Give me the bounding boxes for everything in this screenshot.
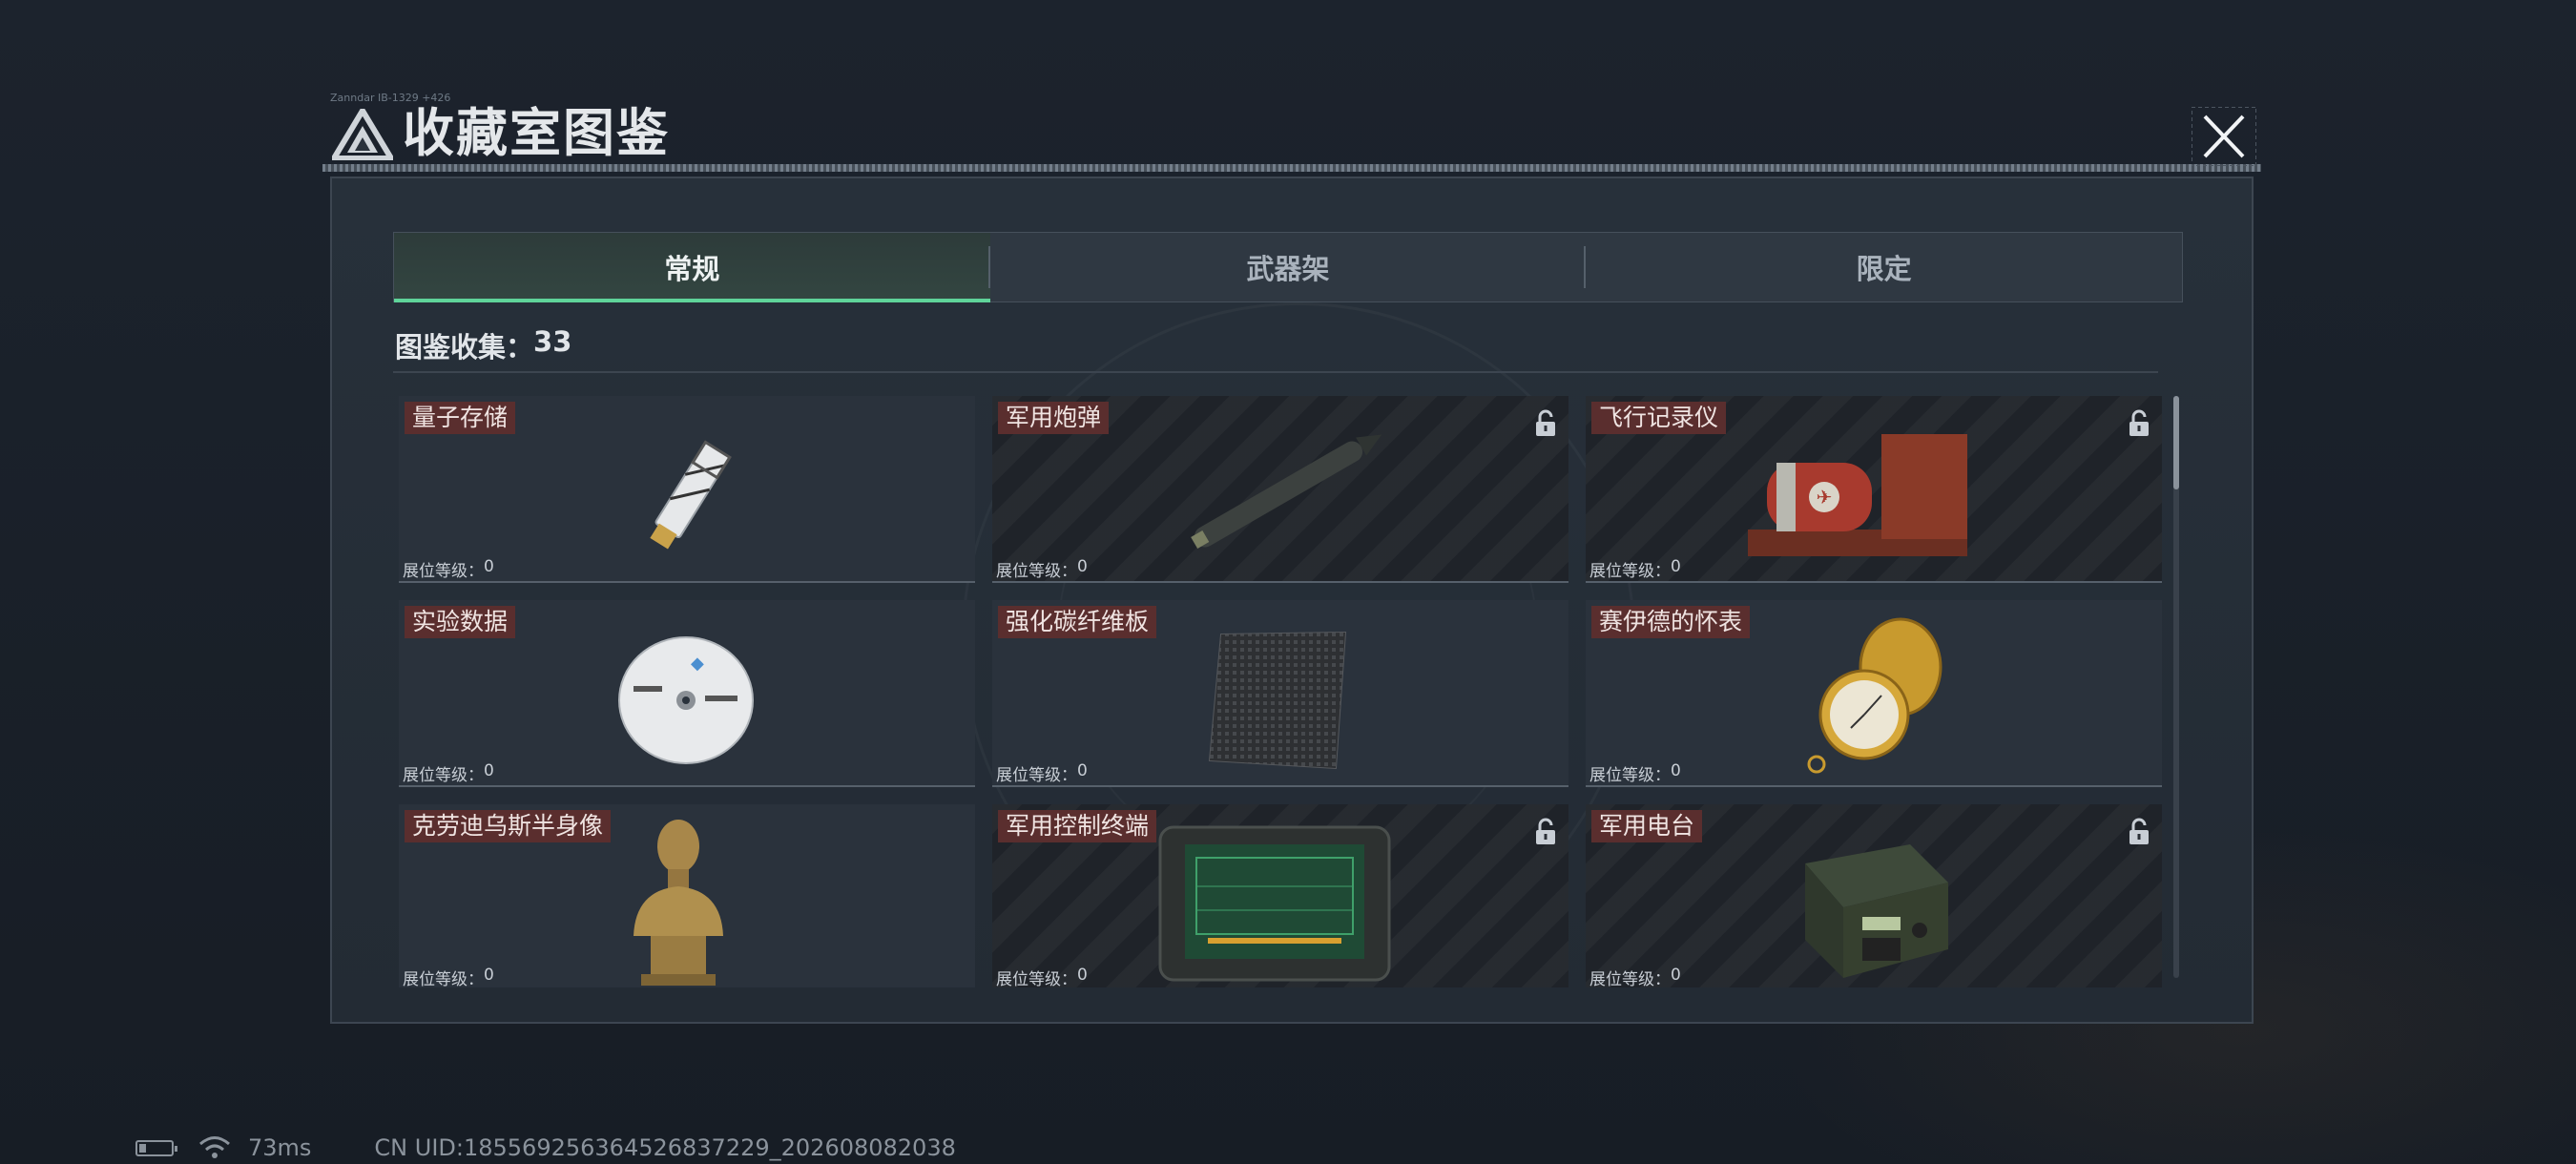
tab-limited-label: 限定 (1856, 253, 1912, 285)
item-card[interactable]: 军用控制终端 展位等级： 0 (992, 804, 1568, 987)
item-card[interactable]: 赛伊德的怀表 展位等级： 0 (1586, 600, 2162, 787)
level-value: 0 (1077, 761, 1088, 780)
tab-limited[interactable]: 限定 (1586, 233, 2182, 301)
tab-weapon-rack[interactable]: 武器架 (990, 233, 1587, 301)
item-level: 展位等级： 0 (996, 557, 1088, 581)
level-label: 展位等级： (403, 970, 484, 987)
item-level: 展位等级： 0 (1589, 557, 1681, 581)
level-label: 展位等级： (403, 562, 484, 581)
item-name: 军用电台 (1591, 810, 1703, 842)
card-baseline (399, 581, 975, 583)
item-name: 克劳迪乌斯半身像 (405, 810, 612, 842)
level-label: 展位等级： (1589, 766, 1671, 785)
title-bar: Zanndar IB-1329 +426 收藏室图鉴 (322, 92, 2261, 172)
pocket-watch-icon (1807, 617, 1942, 774)
item-name: 量子存储 (405, 402, 516, 434)
item-level: 展位等级： 0 (996, 966, 1088, 987)
divider (393, 371, 2158, 373)
artillery-shell-icon (1191, 434, 1382, 550)
tab-weapon-rack-label: 武器架 (1246, 253, 1330, 285)
scrollbar-thumb[interactable] (2173, 396, 2179, 489)
lock-icon (1536, 409, 1555, 436)
level-value: 0 (1671, 557, 1681, 576)
battery-icon (135, 1139, 177, 1156)
level-label: 展位等级： (403, 766, 484, 785)
item-card[interactable]: ◆ 实验数据 展位等级： 0 (399, 600, 975, 787)
item-level: 展位等级： 0 (403, 966, 494, 987)
item-level: 展位等级： 0 (403, 557, 494, 581)
flight-recorder-icon: ✈ (1748, 434, 1967, 556)
collection-panel: 常规 武器架 限定 图鉴收集： 33 量子存储 展位等级： 0 军用炮弹 展位等… (330, 177, 2254, 1024)
item-card[interactable]: 量子存储 展位等级： 0 (399, 396, 975, 583)
tab-regular-label: 常规 (664, 253, 720, 285)
card-baseline (1586, 581, 2162, 583)
close-icon[interactable] (2192, 107, 2256, 166)
level-value: 0 (1077, 966, 1088, 985)
lock-icon (2129, 818, 2149, 844)
lock-icon (1536, 818, 1555, 844)
ping-text: 73ms (248, 1134, 312, 1161)
level-value: 0 (484, 966, 494, 985)
item-name: 飞行记录仪 (1591, 402, 1727, 434)
tab-bar: 常规 武器架 限定 (393, 232, 2183, 302)
svg-text:◆: ◆ (691, 654, 704, 674)
scrollbar[interactable] (2173, 396, 2179, 978)
item-card[interactable]: 军用炮弹 展位等级： 0 (992, 396, 1568, 583)
item-grid: 量子存储 展位等级： 0 军用炮弹 展位等级： 0 ✈ 飞行记录仪 展位等级： … (399, 396, 2166, 987)
item-name: 强化碳纤维板 (998, 606, 1157, 638)
item-level: 展位等级： 0 (403, 761, 494, 785)
level-label: 展位等级： (1589, 970, 1671, 987)
radio-icon (1805, 844, 1948, 978)
item-card[interactable]: 克劳迪乌斯半身像 展位等级： 0 (399, 804, 975, 987)
card-baseline (992, 581, 1568, 583)
item-card[interactable]: ✈ 飞行记录仪 展位等级： 0 (1586, 396, 2162, 583)
level-value: 0 (484, 761, 494, 780)
level-label: 展位等级： (996, 562, 1077, 581)
level-label: 展位等级： (996, 970, 1077, 987)
tab-regular[interactable]: 常规 (394, 233, 990, 302)
collection-label: 图鉴收集： (395, 331, 534, 364)
disc-icon: ◆ (618, 636, 754, 764)
level-label: 展位等级： (1589, 562, 1671, 581)
item-level: 展位等级： 0 (996, 761, 1088, 785)
usb-drive-icon (650, 440, 732, 550)
status-bar: 73ms CN UID:185569256364526837229_202608… (135, 1133, 956, 1162)
item-name: 赛伊德的怀表 (1591, 606, 1751, 638)
card-baseline (1586, 785, 2162, 787)
page-title: 收藏室图鉴 (403, 103, 670, 163)
level-value: 0 (1077, 557, 1088, 576)
bust-icon (634, 820, 723, 986)
item-name: 实验数据 (405, 606, 516, 638)
title-divider (322, 164, 2261, 172)
carbon-plate-icon (1208, 631, 1347, 770)
card-baseline (992, 785, 1568, 787)
card-baseline (399, 785, 975, 787)
level-label: 展位等级： (996, 766, 1077, 785)
level-value: 0 (1671, 966, 1681, 985)
collection-value: 33 (533, 325, 572, 358)
svg-text:✈: ✈ (1817, 486, 1833, 509)
item-card[interactable]: 军用电台 展位等级： 0 (1586, 804, 2162, 987)
collection-count: 图鉴收集： 33 (395, 325, 571, 365)
logo-icon (332, 109, 393, 160)
item-name: 军用炮弹 (998, 402, 1110, 434)
wifi-icon (199, 1136, 230, 1158)
level-value: 0 (1671, 761, 1681, 780)
control-terminal-icon (1158, 825, 1391, 982)
uid-text: CN UID:185569256364526837229_20260808203… (374, 1134, 956, 1161)
level-value: 0 (484, 557, 494, 576)
item-name: 军用控制终端 (998, 810, 1157, 842)
item-card[interactable]: 强化碳纤维板 展位等级： 0 (992, 600, 1568, 787)
item-level: 展位等级： 0 (1589, 966, 1681, 987)
lock-icon (2129, 409, 2149, 436)
item-level: 展位等级： 0 (1589, 761, 1681, 785)
